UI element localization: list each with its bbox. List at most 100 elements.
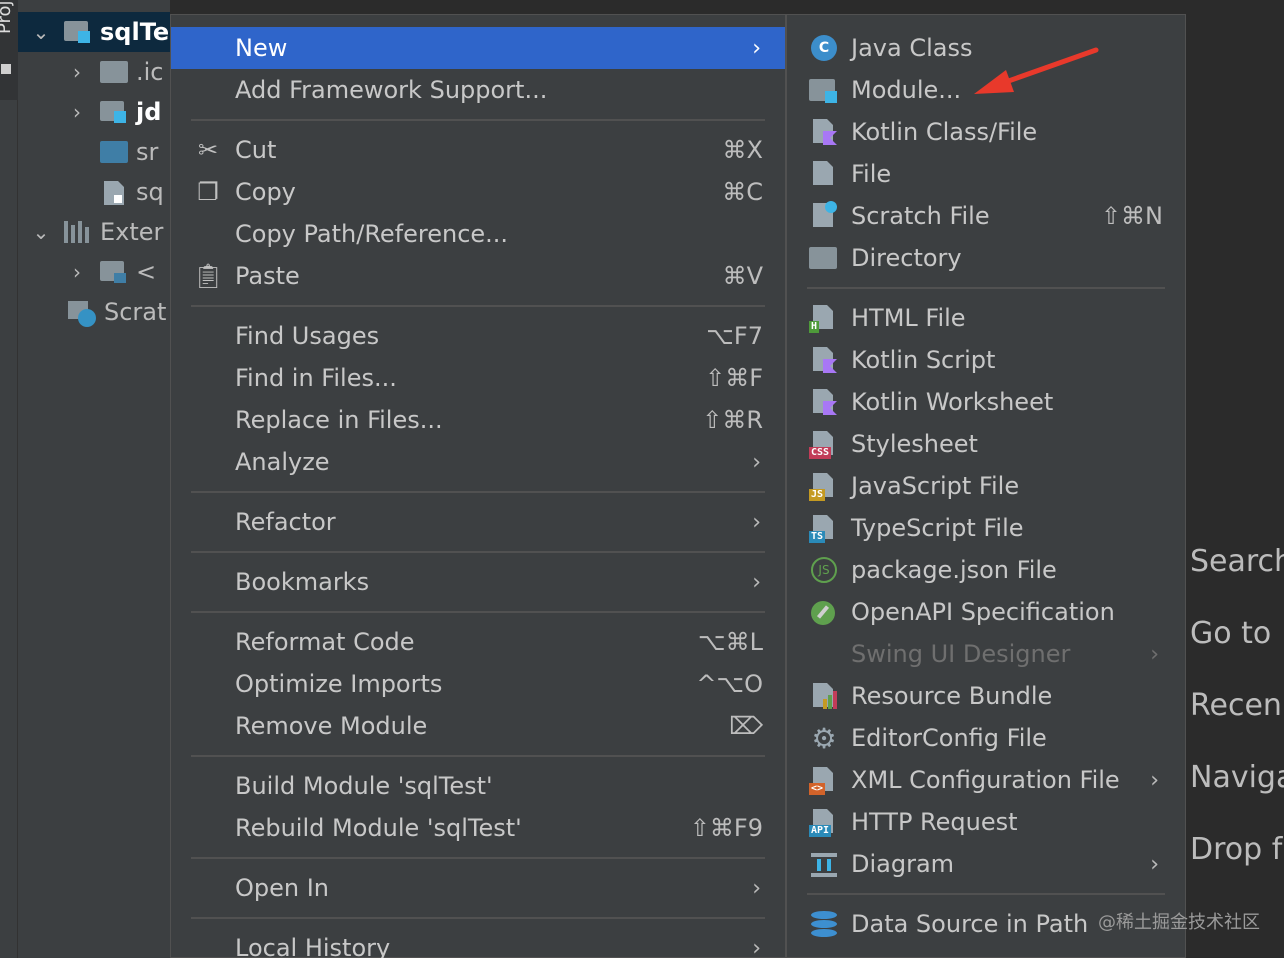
menu-item-new[interactable]: New › xyxy=(171,27,785,69)
java-class-icon: C xyxy=(809,33,839,63)
scratch-file-icon xyxy=(809,201,839,231)
menu-separator xyxy=(191,755,765,757)
new-submenu: C Java Class Module... Kotlin Class/File… xyxy=(786,14,1186,958)
submenu-item-swing-ui-designer[interactable]: Swing UI Designer › xyxy=(787,633,1185,675)
menu-item-copy[interactable]: ❐ Copy ⌘C xyxy=(171,171,785,213)
sdk-folder-icon xyxy=(100,259,128,285)
tree-label: .ic xyxy=(136,58,164,86)
tool-window-icon[interactable] xyxy=(1,64,11,74)
module-icon xyxy=(809,75,839,105)
submenu-item-kotlin-script[interactable]: Kotlin Script xyxy=(787,339,1185,381)
submenu-item-http-request[interactable]: API HTTP Request xyxy=(787,801,1185,843)
hint-drop-files: Drop f xyxy=(1190,832,1283,867)
menu-separator xyxy=(191,305,765,307)
menu-item-open-in[interactable]: Open In › xyxy=(171,867,785,909)
database-icon xyxy=(809,909,839,939)
submenu-item-xml-configuration[interactable]: <> XML Configuration File › xyxy=(787,759,1185,801)
menu-item-rebuild-module[interactable]: Rebuild Module 'sqlTest' ⇧⌘F9 xyxy=(171,807,785,849)
tree-row[interactable]: › .ic xyxy=(68,52,164,92)
menu-item-replace-in-files[interactable]: Replace in Files... ⇧⌘R xyxy=(171,399,785,441)
chevron-right-icon: › xyxy=(752,35,761,61)
tree-row-root[interactable]: ⌄ sqlTe xyxy=(18,12,170,52)
tree-label: Exter xyxy=(100,218,164,246)
chevron-right-icon: › xyxy=(1150,851,1159,877)
submenu-item-resource-bundle[interactable]: Resource Bundle xyxy=(787,675,1185,717)
menu-item-analyze[interactable]: Analyze › xyxy=(171,441,785,483)
chevron-right-icon: › xyxy=(752,449,761,475)
menu-item-cut[interactable]: ✂ Cut ⌘X xyxy=(171,129,785,171)
library-icon xyxy=(64,219,92,245)
chevron-right-icon[interactable]: › xyxy=(68,100,86,124)
submenu-item-package-json[interactable]: JS package.json File xyxy=(787,549,1185,591)
hint-recent: Recen xyxy=(1190,688,1282,723)
menu-separator xyxy=(191,491,765,493)
chevron-right-icon[interactable]: › xyxy=(68,260,86,284)
gear-icon: ⚙ xyxy=(811,721,837,755)
menu-item-find-usages[interactable]: Find Usages ⌥F7 xyxy=(171,315,785,357)
chevron-right-icon: › xyxy=(752,875,761,901)
folder-icon xyxy=(100,59,128,85)
xml-file-icon: <> xyxy=(809,765,839,795)
paste-icon: 📋︎ xyxy=(192,262,224,290)
ts-file-icon: TS xyxy=(809,513,839,543)
module-folder-icon xyxy=(64,19,92,45)
submenu-item-diagram[interactable]: Diagram › xyxy=(787,843,1185,885)
scissors-icon: ✂ xyxy=(197,136,219,164)
menu-item-add-framework-support[interactable]: Add Framework Support... xyxy=(171,69,785,111)
directory-icon xyxy=(809,243,839,273)
submenu-item-editorconfig[interactable]: ⚙ EditorConfig File xyxy=(787,717,1185,759)
resource-bundle-icon xyxy=(809,681,839,711)
nodejs-icon: JS xyxy=(809,555,839,585)
menu-item-paste[interactable]: 📋︎ Paste ⌘V xyxy=(171,255,785,297)
tree-label: jd xyxy=(136,98,162,126)
menu-separator xyxy=(807,287,1165,289)
tool-window-stripe[interactable]: Proj xyxy=(0,0,18,958)
menu-item-find-in-files[interactable]: Find in Files... ⇧⌘F xyxy=(171,357,785,399)
tree-row[interactable]: Scrat xyxy=(68,292,166,332)
hint-search: Search xyxy=(1190,544,1284,579)
submenu-item-file[interactable]: File xyxy=(787,153,1185,195)
menu-item-bookmarks[interactable]: Bookmarks › xyxy=(171,561,785,603)
file-icon xyxy=(100,179,128,205)
submenu-item-kotlin-worksheet[interactable]: Kotlin Worksheet xyxy=(787,381,1185,423)
scratches-icon xyxy=(68,299,96,327)
copy-icon: ❐ xyxy=(197,178,219,206)
submenu-item-openapi[interactable]: OpenAPI Specification xyxy=(787,591,1185,633)
chevron-right-icon: › xyxy=(752,569,761,595)
submenu-item-scratch-file[interactable]: Scratch File ⇧⌘N xyxy=(787,195,1185,237)
menu-item-optimize-imports[interactable]: Optimize Imports ^⌥O xyxy=(171,663,785,705)
annotation-arrow-icon xyxy=(974,47,1099,94)
tree-row[interactable]: ⌄ Exter xyxy=(32,212,164,252)
tree-row[interactable]: sr xyxy=(100,132,158,172)
kotlin-worksheet-icon xyxy=(809,387,839,417)
js-file-icon: JS xyxy=(809,471,839,501)
tree-row[interactable]: sq xyxy=(100,172,164,212)
chevron-right-icon[interactable]: › xyxy=(68,60,86,84)
openapi-icon xyxy=(809,597,839,627)
menu-item-local-history[interactable]: Local History › xyxy=(171,927,785,958)
submenu-item-directory[interactable]: Directory xyxy=(787,237,1185,279)
submenu-item-typescript-file[interactable]: TS TypeScript File xyxy=(787,507,1185,549)
chevron-down-icon[interactable]: ⌄ xyxy=(32,220,50,244)
kotlin-file-icon xyxy=(809,117,839,147)
submenu-item-html-file[interactable]: H HTML File xyxy=(787,297,1185,339)
context-menu: New › Add Framework Support... ✂ Cut ⌘X … xyxy=(170,14,786,958)
tree-label: sqlTe xyxy=(100,18,170,46)
tree-row[interactable]: › < xyxy=(68,252,156,292)
menu-item-refactor[interactable]: Refactor › xyxy=(171,501,785,543)
submenu-item-kotlin-class-file[interactable]: Kotlin Class/File xyxy=(787,111,1185,153)
watermark: @稀土掘金技术社区 xyxy=(1098,912,1260,933)
tree-row[interactable]: › jd xyxy=(68,92,161,132)
menu-item-remove-module[interactable]: Remove Module ⌦ xyxy=(171,705,785,747)
menu-item-build-module[interactable]: Build Module 'sqlTest' xyxy=(171,765,785,807)
project-tool-label[interactable]: Proj xyxy=(0,0,15,34)
hint-go-to: Go to xyxy=(1190,616,1272,651)
chevron-down-icon[interactable]: ⌄ xyxy=(32,20,50,44)
submenu-item-javascript-file[interactable]: JS JavaScript File xyxy=(787,465,1185,507)
http-request-icon: API xyxy=(809,807,839,837)
menu-item-copy-path[interactable]: Copy Path/Reference... xyxy=(171,213,785,255)
submenu-item-stylesheet[interactable]: CSS Stylesheet xyxy=(787,423,1185,465)
kotlin-script-icon xyxy=(809,345,839,375)
menu-separator xyxy=(191,857,765,859)
menu-item-reformat-code[interactable]: Reformat Code ⌥⌘L xyxy=(171,621,785,663)
